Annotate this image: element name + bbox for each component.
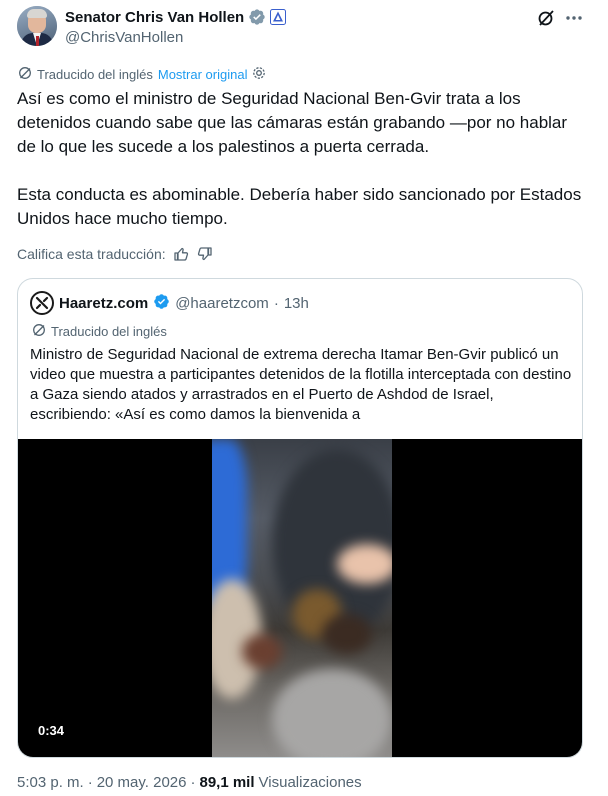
verified-badge-icon[interactable] xyxy=(153,293,170,314)
tweet-paragraph: Así es como el ministro de Seguridad Nac… xyxy=(17,89,568,156)
thumbs-up-icon[interactable] xyxy=(172,245,190,263)
author-display-name[interactable]: Senator Chris Van Hollen xyxy=(65,9,244,26)
tweet-paragraph: Esta conducta es abominable. Debería hab… xyxy=(17,185,582,228)
tweet-text: Así es como el ministro de Seguridad Nac… xyxy=(17,87,587,231)
quoted-translation-info: Traducido del inglés xyxy=(32,323,167,339)
rate-translation: Califica esta traducción: xyxy=(17,244,214,264)
translate-icon xyxy=(18,66,32,83)
tweet-footer: 5:03 p. m. · 20 may. 2026 · 89,1 mil Vis… xyxy=(17,774,362,792)
views-count: 89,1 mil xyxy=(199,774,255,791)
separator-dot: · xyxy=(87,774,93,791)
translated-label: Traducido del inglés xyxy=(51,323,167,339)
more-options-icon[interactable] xyxy=(562,6,586,30)
video-duration: 0:34 xyxy=(32,721,71,740)
translation-settings-icon[interactable] xyxy=(252,66,266,83)
show-original-link[interactable]: Mostrar original xyxy=(158,67,248,82)
views-label: Visualizaciones xyxy=(258,774,362,791)
separator-dot: · xyxy=(190,774,196,791)
author-name-row: Senator Chris Van Hollen xyxy=(65,7,287,27)
quoted-author-handle[interactable]: @haaretzcom xyxy=(175,295,269,312)
translated-label: Traducido del inglés xyxy=(37,66,153,82)
author-handle[interactable]: @ChrisVanHollen xyxy=(65,29,183,46)
translate-icon xyxy=(32,323,46,340)
thumbs-down-icon[interactable] xyxy=(196,245,214,263)
translation-info: Traducido del inglés Mostrar original xyxy=(18,66,266,82)
quoted-tweet-text: Ministro de Seguridad Nacional de extrem… xyxy=(30,346,572,423)
quoted-tweet[interactable]: Haaretz.com @haaretzcom · 13h Traducido … xyxy=(17,278,583,758)
post-date[interactable]: 20 may. 2026 xyxy=(97,774,187,792)
rate-translation-label: Califica esta traducción: xyxy=(17,246,166,262)
haaretz-logo-icon[interactable] xyxy=(30,291,54,315)
author-avatar[interactable] xyxy=(17,6,57,46)
government-affiliate-icon[interactable] xyxy=(270,9,287,25)
grok-icon[interactable] xyxy=(534,6,558,30)
verified-badge-icon[interactable] xyxy=(248,8,266,26)
quoted-author-name[interactable]: Haaretz.com xyxy=(59,295,148,312)
tweet-header: Senator Chris Van Hollen @ChrisVanHollen xyxy=(16,4,592,50)
video-player[interactable]: 0:34 xyxy=(18,439,582,757)
quoted-tweet-time[interactable]: 13h xyxy=(284,295,309,312)
separator-dot: · xyxy=(273,294,279,312)
post-time[interactable]: 5:03 p. m. xyxy=(17,774,84,792)
video-frame[interactable] xyxy=(212,439,392,757)
quoted-tweet-header: Haaretz.com @haaretzcom · 13h xyxy=(30,291,309,315)
